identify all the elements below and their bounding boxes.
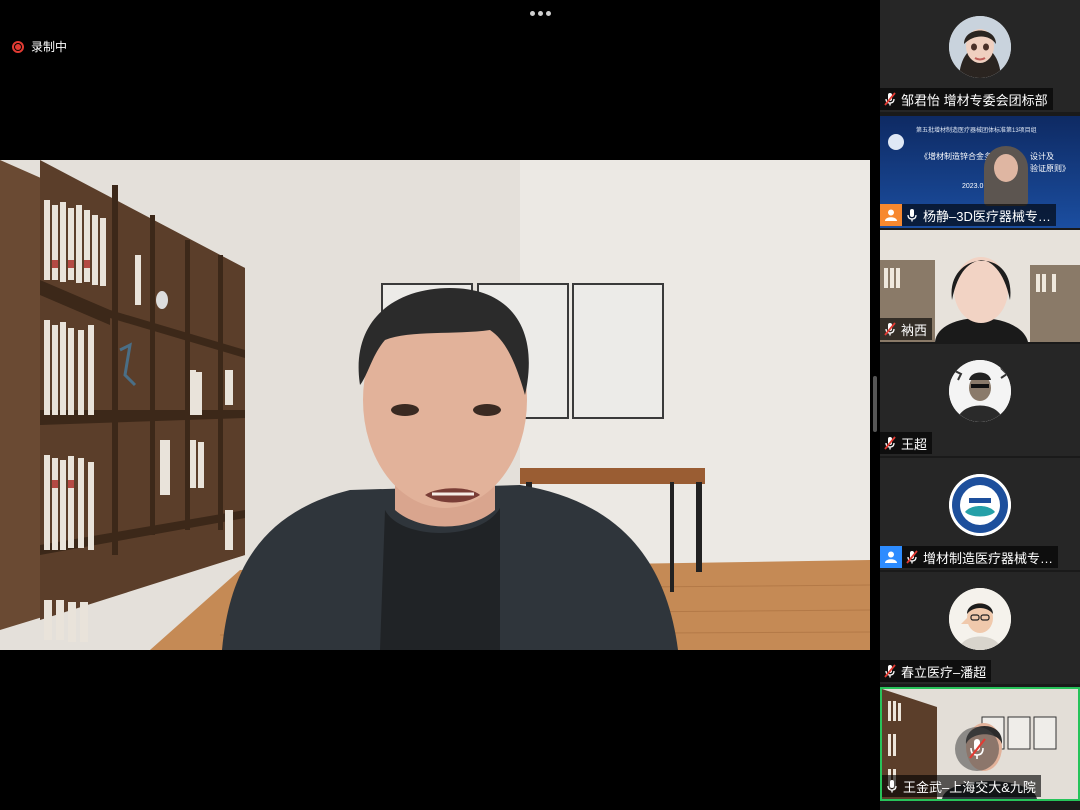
participant-tile[interactable]: 第五批增材制造医疗器械团体标准第13项目组 《增材制造锌合金多 设计及 验证原则… (880, 116, 1080, 228)
mic-muted-icon (904, 549, 920, 565)
participant-name-tag: 王金武–上海交大&九院 (882, 775, 1041, 797)
active-speaker-video (0, 160, 870, 650)
participant-name: 增材制造医疗器械专… (923, 550, 1054, 566)
mic-muted-icon (882, 663, 898, 679)
mic-icon (904, 207, 920, 223)
avatar (949, 16, 1011, 78)
participant-name: 衲西 (901, 322, 928, 338)
mic-muted-icon (882, 321, 898, 337)
record-icon (12, 40, 24, 53)
avatar (949, 474, 1011, 536)
more-options-button[interactable] (524, 6, 556, 20)
participant-name-tag: 王超 (880, 432, 933, 454)
participant-name: 杨静–3D医疗器械专… (923, 208, 1051, 224)
slide-line: 2023.0 (962, 183, 984, 190)
slide-line: 《增材制造锌合金多 (920, 152, 992, 161)
participant-gallery[interactable]: 邹君怡 增材专委会团标部 第五批增材制造医疗器械团体标准第13项目组 《增材制造… (880, 0, 1080, 810)
participant-tile[interactable]: 衲西 (880, 230, 1080, 342)
participant-name-tag: 衲西 (880, 318, 933, 340)
presenter-thumbnail (984, 146, 1028, 206)
slide-line: 第五批增材制造医疗器械团体标准第13项目组 (916, 128, 1037, 134)
participant-name-tag: 杨静–3D医疗器械专… (880, 204, 1056, 226)
participant-name-tag: 邹君怡 增材专委会团标部 (880, 88, 1053, 110)
mic-muted-icon (882, 91, 898, 107)
slide-line: 设计及 (1030, 152, 1054, 161)
participant-name-tag: 春立医疗–潘超 (880, 660, 992, 682)
participant-tile[interactable]: 邹君怡 增材专委会团标部 (880, 0, 1080, 112)
participant-tile-active[interactable]: 王金武–上海交大&九院 (880, 687, 1080, 801)
participant-tile[interactable]: 王超 (880, 344, 1080, 456)
stage-scroll-handle[interactable] (873, 376, 877, 432)
recording-label: 录制中 (31, 40, 68, 54)
slide-line: 验证原则》 (1030, 164, 1070, 173)
cohost-badge-icon (880, 546, 902, 568)
avatar (949, 588, 1011, 650)
participant-name: 邹君怡 增材专委会团标部 (901, 92, 1048, 108)
recording-indicator: 录制中 (12, 38, 67, 55)
participant-name-tag: 增材制造医疗器械专… (880, 546, 1059, 568)
participant-tile[interactable]: 增材制造医疗器械专… (880, 458, 1080, 570)
participant-name: 春立医疗–潘超 (901, 664, 987, 680)
host-badge-icon (880, 204, 902, 226)
slide-logo-icon (888, 134, 904, 150)
main-stage: 录制中 (0, 0, 878, 810)
participant-tile[interactable]: 春立医疗–潘超 (880, 572, 1080, 684)
mic-icon (884, 778, 900, 794)
mic-muted-icon (882, 435, 898, 451)
participant-name: 王超 (901, 436, 928, 452)
avatar (949, 360, 1011, 422)
participant-name: 王金武–上海交大&九院 (903, 779, 1036, 795)
